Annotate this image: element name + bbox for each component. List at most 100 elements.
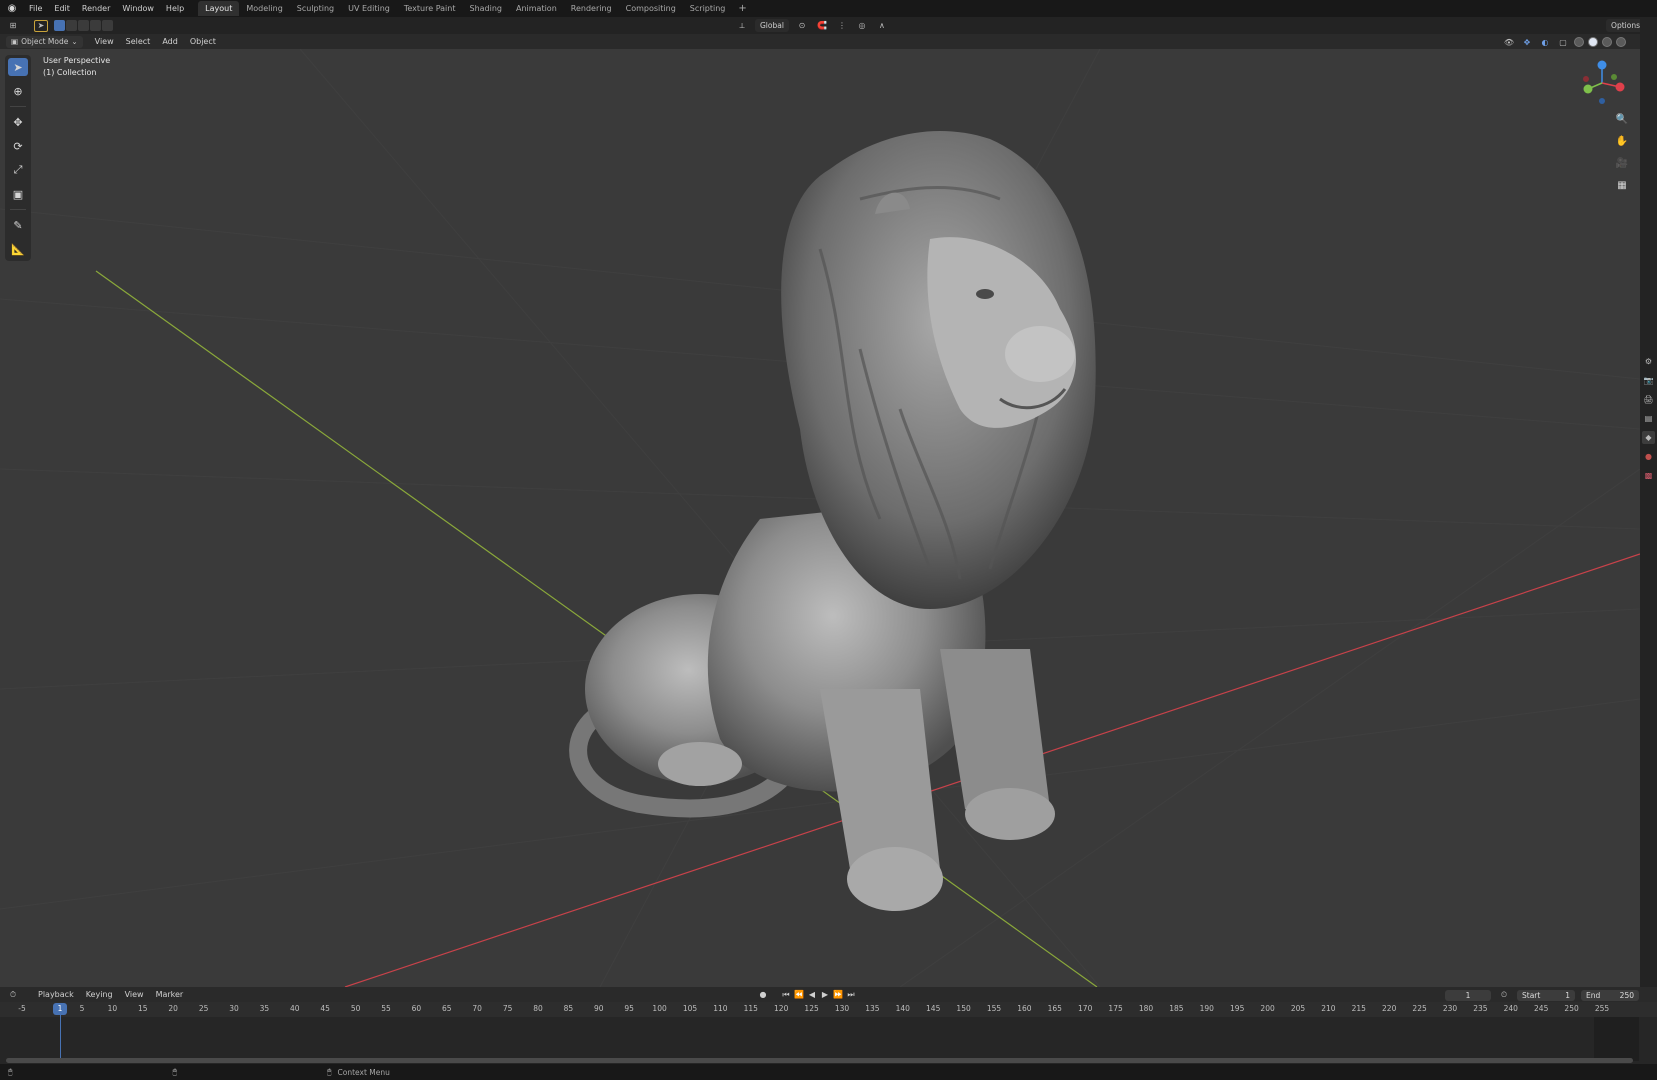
record-icon[interactable]: ●: [758, 989, 768, 1000]
measure-tool-icon[interactable]: 📐: [8, 240, 28, 258]
lion-sculpture[interactable]: [569, 130, 1096, 911]
shading-rendered-icon[interactable]: [1616, 37, 1626, 47]
falloff-icon[interactable]: ∧: [875, 20, 889, 32]
camera-view-icon[interactable]: 🎥: [1614, 155, 1630, 171]
gizmo-toggle-icon[interactable]: ✥: [1520, 36, 1534, 48]
timeline-menu-view[interactable]: View: [119, 987, 150, 1002]
viewport-menu-add[interactable]: Add: [156, 34, 184, 49]
navigation-gizmo[interactable]: [1576, 59, 1628, 107]
tab-sculpting[interactable]: Sculpting: [290, 1, 341, 16]
prev-keyframe-icon[interactable]: ⏪: [794, 989, 804, 1000]
render-properties-icon[interactable]: 📷: [1642, 374, 1655, 387]
tab-layout[interactable]: Layout: [198, 1, 240, 16]
stopwatch-icon[interactable]: ⏲: [1497, 989, 1511, 1001]
viewport-menu-view[interactable]: View: [89, 34, 120, 49]
frame-tick-label: 95: [624, 1004, 634, 1013]
out-of-range-region: [1594, 1017, 1639, 1061]
annotate-tool-icon[interactable]: ✎: [8, 216, 28, 234]
jump-start-icon[interactable]: ⏮: [781, 989, 791, 1000]
playhead-frame-badge[interactable]: 1: [53, 1003, 67, 1015]
viewport-menu-object[interactable]: Object: [184, 34, 222, 49]
frame-tick-label: 145: [926, 1004, 941, 1013]
menu-render[interactable]: Render: [76, 0, 116, 17]
blender-logo-icon[interactable]: ◉: [5, 2, 19, 16]
menu-help[interactable]: Help: [160, 0, 190, 17]
menu-file[interactable]: File: [23, 0, 48, 17]
tab-scripting[interactable]: Scripting: [683, 1, 733, 16]
pan-hand-icon[interactable]: ✋: [1614, 133, 1630, 149]
editor-type-icon[interactable]: ⊞: [6, 20, 20, 32]
scale-tool-icon[interactable]: ⤢: [8, 161, 28, 179]
current-frame-field[interactable]: 1: [1445, 989, 1491, 1001]
tab-texture-paint[interactable]: Texture Paint: [397, 1, 463, 16]
world-properties-icon[interactable]: ●: [1642, 450, 1655, 463]
tab-modeling[interactable]: Modeling: [239, 1, 289, 16]
snap-icon[interactable]: 🧲: [815, 20, 829, 32]
frame-tick-label: 70: [472, 1004, 482, 1013]
frame-tick-label: 130: [834, 1004, 850, 1013]
mode-intersect-icon[interactable]: [102, 20, 113, 31]
timeline-menu-playback[interactable]: Playback: [32, 987, 80, 1002]
rotate-tool-icon[interactable]: ⟳: [8, 137, 28, 155]
ortho-grid-icon[interactable]: ▦: [1614, 177, 1630, 193]
frame-tick-label: 215: [1351, 1004, 1366, 1013]
shading-solid-icon[interactable]: [1588, 37, 1598, 47]
proportional-edit-icon[interactable]: ◎: [855, 20, 869, 32]
view-layer-icon[interactable]: ▤: [1642, 412, 1655, 425]
frame-tick-label: 30: [229, 1004, 239, 1013]
pivot-icon[interactable]: ⊙: [795, 20, 809, 32]
jump-end-icon[interactable]: ⏭: [846, 989, 856, 1000]
snap-target-icon[interactable]: ⋮: [835, 20, 849, 32]
timeline-scrollbar[interactable]: [6, 1058, 1633, 1063]
tab-rendering[interactable]: Rendering: [564, 1, 619, 16]
tab-animation[interactable]: Animation: [509, 1, 564, 16]
navigation-buttons: 🔍 ✋ 🎥 ▦: [1614, 111, 1630, 193]
scene-properties-icon[interactable]: ◆: [1642, 431, 1655, 444]
3d-viewport[interactable]: User Perspective (1) Collection ➤ ⊕ ✥ ⟳ …: [0, 49, 1640, 987]
shading-wireframe-icon[interactable]: [1574, 37, 1584, 47]
end-frame-field[interactable]: End 250: [1581, 989, 1639, 1001]
start-frame-field[interactable]: Start 1: [1517, 989, 1575, 1001]
menu-window[interactable]: Window: [116, 0, 160, 17]
timeline-area[interactable]: -5 5 10 15 20 25 30 35 40 45 50 55 60 65 70 75 80 85 90 95 1…: [0, 1002, 1657, 1064]
output-properties-icon[interactable]: 🖨: [1642, 393, 1655, 406]
select-box-icon[interactable]: ➤: [34, 19, 48, 32]
tool-settings-header: ⊞ ➤ ⟂ Global ⊙ 🧲 ⋮ ◎ ∧ Options: [0, 17, 1657, 34]
move-tool-icon[interactable]: ✥: [8, 113, 28, 131]
frame-ruler[interactable]: -5 5 10 15 20 25 30 35 40 45 50 55 60 65 70 75 80 85 90 95 1…: [0, 1002, 1657, 1017]
frame-tick-label: 15: [138, 1004, 148, 1013]
tool-properties-icon[interactable]: ⚙: [1642, 355, 1655, 368]
frame-tick-label: 150: [956, 1004, 971, 1013]
timeline-header: ⏱ Playback Keying View Marker ● ⏮ ⏪ ◀ ▶ …: [0, 987, 1657, 1002]
next-keyframe-icon[interactable]: ⏩: [833, 989, 843, 1000]
tab-uv-editing[interactable]: UV Editing: [341, 1, 397, 16]
timeline-editor-icon[interactable]: ⏱: [6, 989, 20, 1001]
zoom-icon[interactable]: 🔍: [1614, 111, 1630, 127]
cursor-tool-icon[interactable]: ⊕: [8, 82, 28, 100]
mode-extend-icon[interactable]: [66, 20, 77, 31]
overlay-toggle-icon[interactable]: ◐: [1538, 36, 1552, 48]
add-workspace-button[interactable]: +: [732, 3, 752, 14]
object-mode-dropdown[interactable]: ▣ Object Mode ⌄: [6, 35, 83, 48]
mode-new-icon[interactable]: [54, 20, 65, 31]
viewport-menu-select[interactable]: Select: [120, 34, 157, 49]
orientation-dropdown[interactable]: Global: [755, 19, 789, 32]
mode-subtract-icon[interactable]: [78, 20, 89, 31]
tab-compositing[interactable]: Compositing: [619, 1, 683, 16]
xray-icon[interactable]: ▢: [1556, 36, 1570, 48]
frame-tick-label: 25: [198, 1004, 209, 1013]
transform-tool-icon[interactable]: ▣: [8, 185, 28, 203]
play-reverse-icon[interactable]: ◀: [807, 989, 817, 1000]
shading-material-icon[interactable]: [1602, 37, 1612, 47]
play-icon[interactable]: ▶: [820, 989, 830, 1000]
timeline-menu-keying[interactable]: Keying: [80, 987, 119, 1002]
timeline-menu-marker[interactable]: Marker: [150, 987, 190, 1002]
menu-edit[interactable]: Edit: [48, 0, 76, 17]
select-tool-icon[interactable]: ➤: [8, 58, 28, 76]
visibility-icon[interactable]: 👁: [1502, 36, 1516, 48]
mode-invert-icon[interactable]: [90, 20, 101, 31]
tool-shelf: ➤ ⊕ ✥ ⟳ ⤢ ▣ ✎ 📐: [5, 55, 31, 261]
texture-properties-icon[interactable]: ▩: [1642, 469, 1655, 482]
tab-shading[interactable]: Shading: [462, 1, 509, 16]
object-mode-label: Object Mode: [21, 37, 69, 46]
